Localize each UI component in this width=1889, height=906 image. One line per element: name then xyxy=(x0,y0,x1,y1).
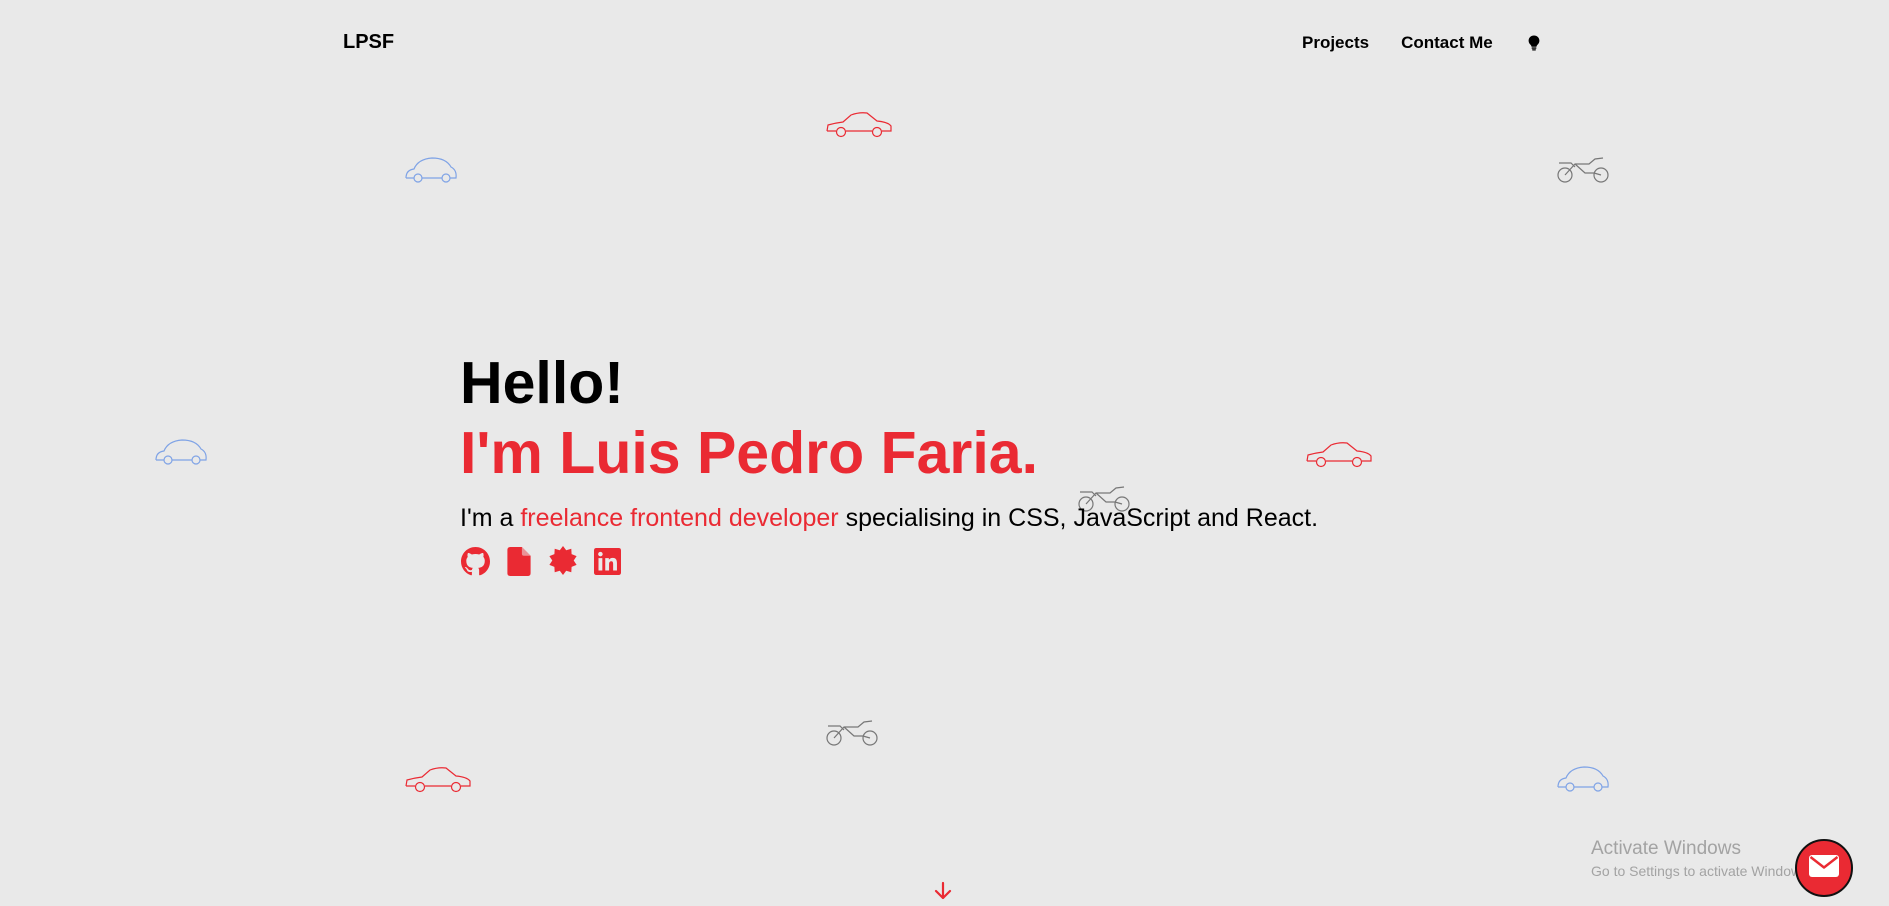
social-links xyxy=(460,546,1360,576)
document-icon[interactable] xyxy=(504,546,534,576)
hero-tagline: I'm a freelance frontend developer speci… xyxy=(460,502,1360,534)
linkedin-icon[interactable] xyxy=(592,546,622,576)
gray-motorbike-icon xyxy=(1557,157,1609,183)
hero-section: Hello! I'm Luis Pedro Faria. I'm a freel… xyxy=(460,348,1360,576)
red-car-icon xyxy=(405,767,471,793)
red-car-icon xyxy=(826,112,892,138)
watermark-title: Activate Windows xyxy=(1591,838,1741,859)
contact-mail-button[interactable] xyxy=(1795,839,1853,897)
blue-car-icon xyxy=(155,439,207,465)
lightbulb-icon[interactable] xyxy=(1525,33,1543,53)
windows-activation-watermark: Activate Windows Go to Settings to activ… xyxy=(1591,837,1812,881)
arrow-down-icon[interactable] xyxy=(932,880,954,902)
nav-projects-link[interactable]: Projects xyxy=(1302,33,1369,53)
envelope-icon xyxy=(1809,854,1839,882)
main-nav: Projects Contact Me xyxy=(1302,33,1543,53)
gray-motorbike-icon xyxy=(826,720,878,746)
hero-greeting: Hello! xyxy=(460,350,624,416)
page: LPSF Projects Contact Me Hello! I'm Luis… xyxy=(0,0,1889,906)
watermark-subtitle: Go to Settings to activate Windows. xyxy=(1591,863,1812,879)
github-icon[interactable] xyxy=(460,546,490,576)
tagline-accent: freelance frontend developer xyxy=(520,504,839,532)
blue-car-icon xyxy=(405,157,457,183)
site-logo[interactable]: LPSF xyxy=(343,31,394,54)
nav-contact-link[interactable]: Contact Me xyxy=(1401,33,1493,53)
tagline-prefix: I'm a xyxy=(460,504,521,532)
badge-icon[interactable] xyxy=(548,546,578,576)
hero-name: I'm Luis Pedro Faria. xyxy=(460,420,1038,486)
blue-car-icon xyxy=(1557,766,1609,792)
tagline-suffix: specialising in CSS, JavaScript and Reac… xyxy=(838,504,1319,532)
